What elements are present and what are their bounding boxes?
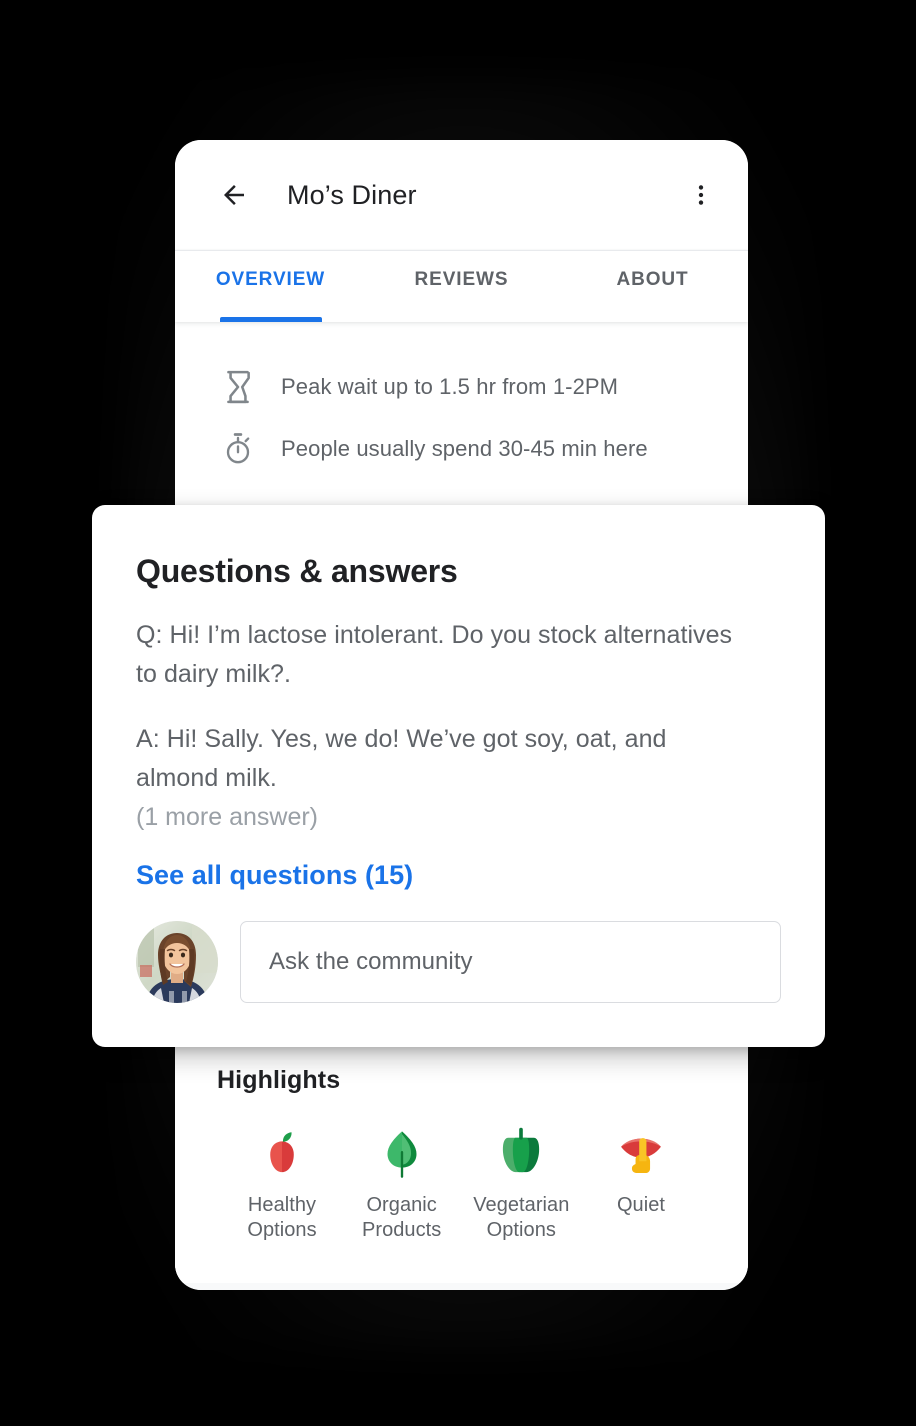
info-text-peak-wait: Peak wait up to 1.5 hr from 1-2PM (281, 374, 619, 399)
highlight-label-line1: Quiet (616, 1194, 665, 1216)
tab-bar: OVERVIEW REVIEWS ABOUT (175, 250, 748, 322)
user-avatar-photo[interactable] (136, 921, 218, 1003)
back-arrow-icon[interactable] (217, 178, 251, 212)
popular-times-info: Peak wait up to 1.5 hr from 1-2PM People… (175, 322, 748, 510)
highlight-label: Vegetarian Options (473, 1193, 569, 1243)
highlight-label: Healthy Options (247, 1193, 316, 1243)
stopwatch-icon (217, 432, 259, 466)
qa-answer: A: Hi! Sally. Yes, we do! We’ve got soy,… (136, 725, 667, 792)
hourglass-icon (217, 370, 259, 404)
qa-question: Q: Hi! I’m lactose intolerant. Do you st… (136, 621, 733, 688)
highlight-label: Quiet (617, 1193, 665, 1218)
qa-card-title: Questions & answers (136, 553, 458, 589)
tab-overview[interactable]: OVERVIEW (175, 251, 366, 322)
tab-reviews[interactable]: REVIEWS (366, 251, 557, 322)
more-vert-icon[interactable] (684, 178, 718, 212)
highlight-label-line2: Products (361, 1219, 442, 1241)
apple-icon (253, 1121, 311, 1187)
highlight-item-quiet[interactable]: Quiet (582, 1121, 700, 1243)
highlight-label: Organic Products (362, 1193, 441, 1243)
questions-answers-card: Questions & answers Q: Hi! I’m lactose i… (92, 505, 825, 1047)
highlight-label-line1: Vegetarian (473, 1194, 570, 1216)
highlight-label-line1: Organic (366, 1194, 437, 1216)
highlights-title: Highlights (217, 1066, 341, 1094)
shushing-icon (612, 1121, 670, 1187)
highlight-label-line2: Options (486, 1219, 556, 1241)
qa-more-answers[interactable]: (1 more answer) (136, 798, 781, 836)
info-row-peak-wait: Peak wait up to 1.5 hr from 1-2PM (175, 356, 748, 418)
highlight-label-line2: Options (247, 1219, 317, 1241)
ask-community-row: Ask the community (136, 921, 781, 1003)
app-bar: Mo’s Diner (175, 140, 748, 250)
highlights-section: Highlights Healthy Options Organic Produ… (175, 1040, 748, 1283)
highlights-list: Healthy Options Organic Products Vegetar… (217, 1121, 706, 1243)
bell-pepper-icon (492, 1121, 550, 1187)
highlight-label-line1: Healthy (247, 1194, 317, 1216)
info-row-time-spent: People usually spend 30-45 min here (175, 418, 748, 480)
highlight-item-organic-products[interactable]: Organic Products (343, 1121, 461, 1243)
leaf-icon (373, 1121, 431, 1187)
highlight-item-vegetarian-options[interactable]: Vegetarian Options (462, 1121, 580, 1243)
page-title: Mo’s Diner (287, 179, 417, 210)
info-text-time-spent: People usually spend 30-45 min here (281, 436, 648, 461)
tab-about[interactable]: ABOUT (557, 251, 748, 322)
ask-community-input[interactable]: Ask the community (240, 921, 781, 1003)
see-all-questions-link[interactable]: See all questions (15) (136, 860, 413, 891)
highlight-item-healthy-options[interactable]: Healthy Options (223, 1121, 341, 1243)
